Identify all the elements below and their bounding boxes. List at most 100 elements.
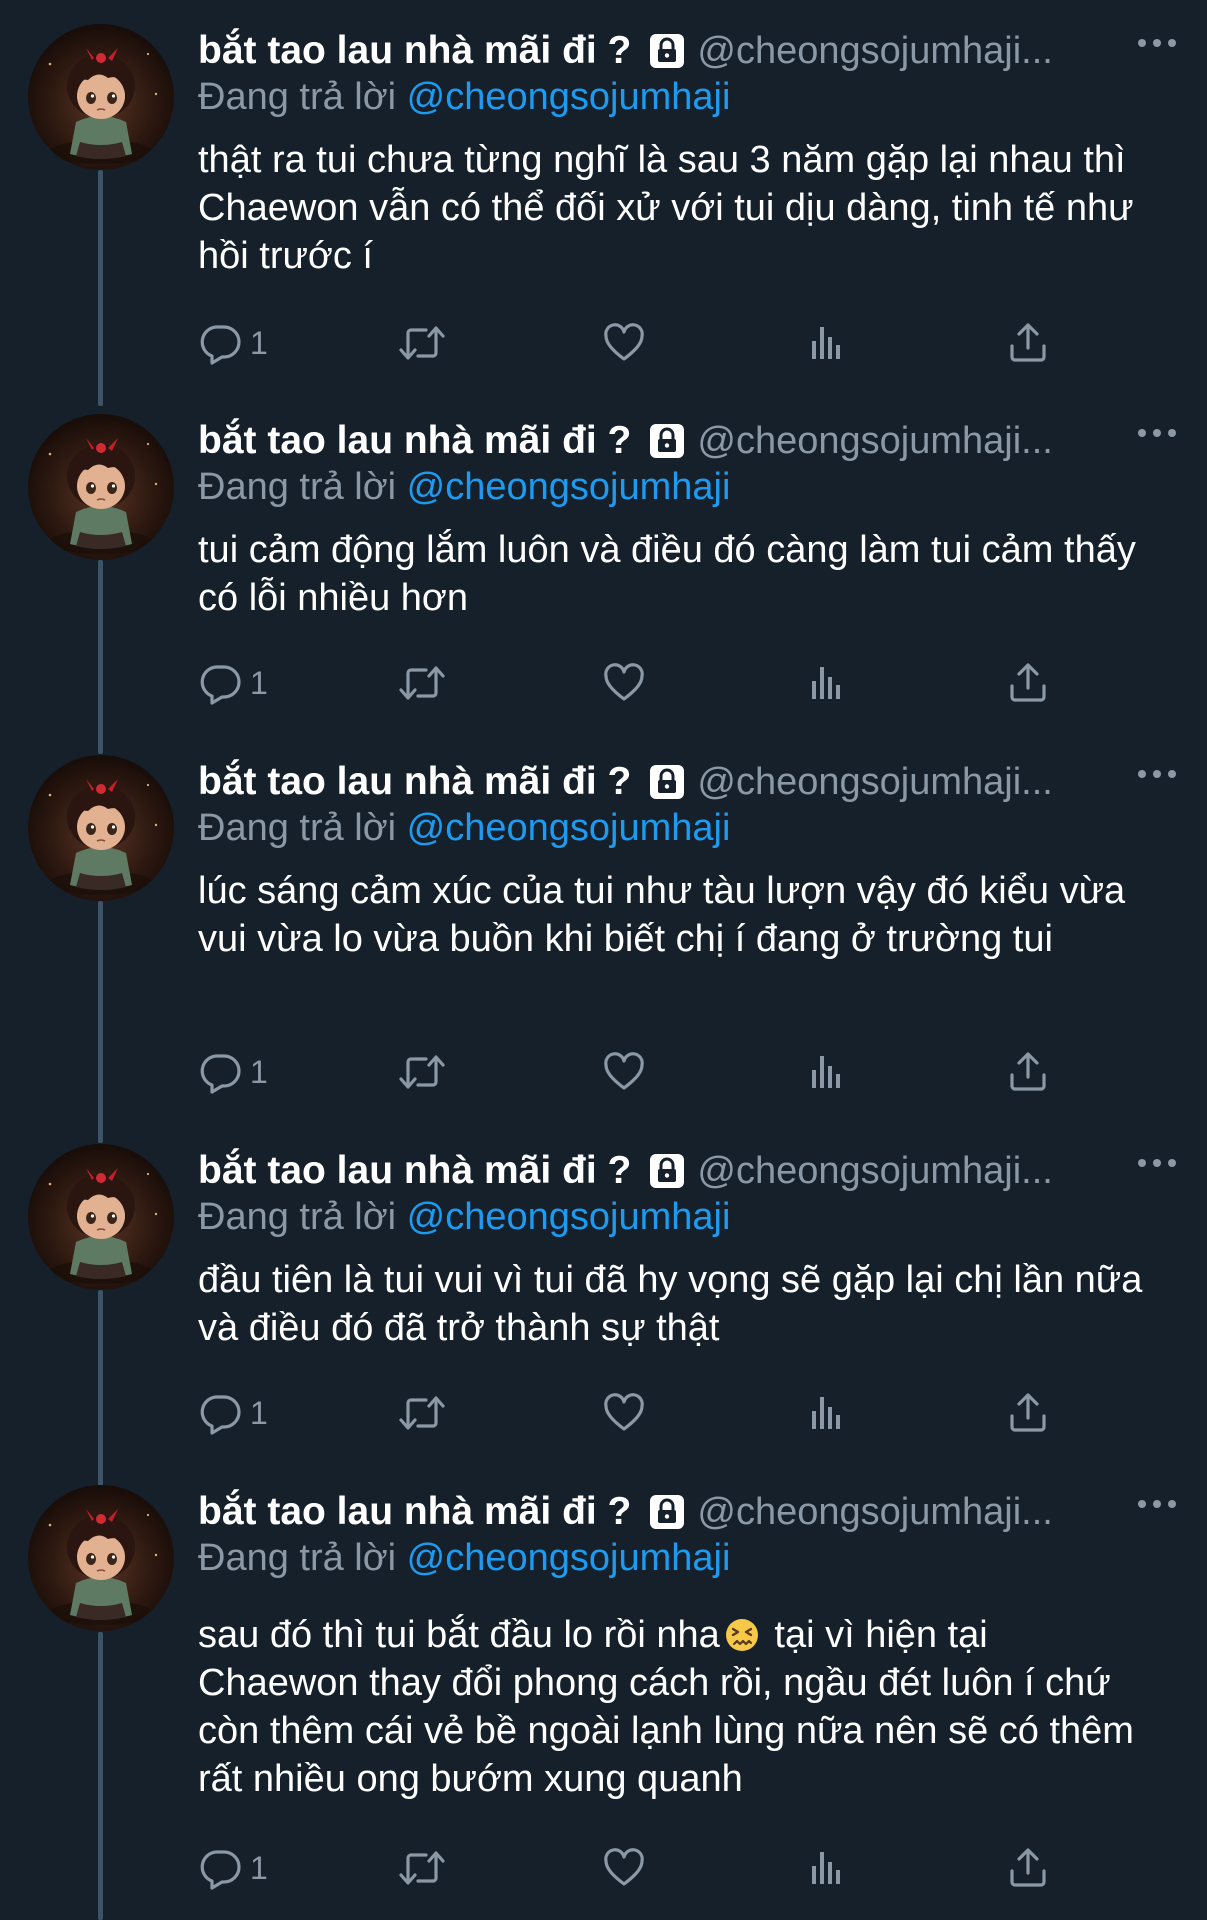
reply-mention-link[interactable]: @cheongsojumhaji (407, 1537, 731, 1579)
reply-icon (198, 1050, 242, 1094)
retweet-button[interactable] (398, 1047, 446, 1097)
like-button[interactable] (602, 318, 646, 368)
retweet-icon (398, 321, 446, 365)
bar-chart-icon (806, 1391, 850, 1435)
reply-context: Đang trả lời @cheongsojumhaji (198, 466, 730, 509)
reply-count: 1 (250, 1394, 268, 1431)
avatar[interactable] (28, 414, 174, 560)
reply-button[interactable]: 1 (198, 318, 268, 368)
tweet-text-part: sau đó thì tui bắt đầu lo rồi nha (198, 1614, 720, 1656)
display-name[interactable]: bắt tao lau nhà mãi đi ? (198, 1149, 631, 1193)
share-button[interactable] (1006, 318, 1050, 368)
like-button[interactable] (602, 1843, 646, 1893)
user-handle[interactable]: @cheongsojumhaji... (697, 30, 1052, 73)
avatar-image-icon (28, 414, 174, 560)
more-options-icon[interactable] (1137, 1497, 1177, 1511)
like-button[interactable] (602, 658, 646, 708)
bar-chart-icon (806, 321, 850, 365)
reply-count: 1 (250, 1053, 268, 1090)
avatar-image-icon (28, 1144, 174, 1290)
retweet-icon (398, 1050, 446, 1094)
retweet-icon (398, 661, 446, 705)
heart-icon (602, 321, 646, 365)
reply-mention-link[interactable]: @cheongsojumhaji (407, 807, 731, 849)
retweet-icon (398, 1391, 446, 1435)
more-options-icon[interactable] (1137, 1156, 1177, 1170)
tweet[interactable]: bắt tao lau nhà mãi đi ? @cheongsojumhaj… (0, 731, 1207, 1121)
share-icon (1006, 1846, 1050, 1890)
reply-context: Đang trả lời @cheongsojumhaji (198, 1537, 730, 1580)
view-stats-button[interactable] (806, 658, 850, 708)
lock-icon (647, 31, 687, 71)
share-icon (1006, 1391, 1050, 1435)
share-icon (1006, 1050, 1050, 1094)
avatar-image-icon (28, 24, 174, 170)
tweet-text: sau đó thì tui bắt đầu lo rồi nha tại vì… (198, 1611, 1158, 1803)
tweet-text: lúc sáng cảm xúc của tui như tàu lượn vậ… (198, 870, 1126, 960)
user-handle[interactable]: @cheongsojumhaji... (697, 420, 1052, 463)
reply-button[interactable]: 1 (198, 1388, 268, 1438)
display-name[interactable]: bắt tao lau nhà mãi đi ? (198, 29, 631, 73)
avatar[interactable] (28, 1485, 174, 1631)
tweet[interactable]: bắt tao lau nhà mãi đi ? @cheongsojumhaj… (0, 1120, 1207, 1462)
user-handle[interactable]: @cheongsojumhaji... (697, 1491, 1052, 1534)
avatar[interactable] (28, 755, 174, 901)
more-options-icon[interactable] (1137, 426, 1177, 440)
tweet-actions: 1 (198, 658, 1058, 708)
lock-icon (647, 1492, 687, 1532)
reply-prefix: Đang trả lời (198, 76, 397, 118)
display-name[interactable]: bắt tao lau nhà mãi đi ? (198, 419, 631, 463)
reply-mention-link[interactable]: @cheongsojumhaji (407, 1196, 731, 1238)
lock-icon (647, 1151, 687, 1191)
more-options-icon[interactable] (1137, 767, 1177, 781)
reply-mention-link[interactable]: @cheongsojumhaji (407, 466, 731, 508)
reply-context: Đang trả lời @cheongsojumhaji (198, 1196, 730, 1239)
retweet-icon (398, 1846, 446, 1890)
reply-button[interactable]: 1 (198, 1843, 268, 1893)
reply-button[interactable]: 1 (198, 658, 268, 708)
bar-chart-icon (806, 1846, 850, 1890)
user-handle[interactable]: @cheongsojumhaji... (697, 761, 1052, 804)
view-stats-button[interactable] (806, 1047, 850, 1097)
heart-icon (602, 1846, 646, 1890)
reply-context: Đang trả lời @cheongsojumhaji (198, 76, 730, 119)
avatar-image-icon (28, 755, 174, 901)
reply-prefix: Đang trả lời (198, 1537, 397, 1579)
view-stats-button[interactable] (806, 1388, 850, 1438)
view-stats-button[interactable] (806, 1843, 850, 1893)
lock-icon (647, 421, 687, 461)
like-button[interactable] (602, 1047, 646, 1097)
share-button[interactable] (1006, 1388, 1050, 1438)
heart-icon (602, 661, 646, 705)
reply-button[interactable]: 1 (198, 1047, 268, 1097)
bar-chart-icon (806, 1050, 850, 1094)
share-icon (1006, 661, 1050, 705)
tweet[interactable]: bắt tao lau nhà mãi đi ? @cheongsojumhaj… (0, 1461, 1207, 1920)
tweet[interactable]: bắt tao lau nhà mãi đi ? @cheongsojumhaj… (0, 0, 1207, 390)
avatar[interactable] (28, 1144, 174, 1290)
user-handle[interactable]: @cheongsojumhaji... (697, 1150, 1052, 1193)
retweet-button[interactable] (398, 1388, 446, 1438)
retweet-button[interactable] (398, 1843, 446, 1893)
lock-icon (647, 762, 687, 802)
heart-icon (602, 1050, 646, 1094)
tweet-text: thật ra tui chưa từng nghĩ là sau 3 năm … (198, 139, 1134, 277)
like-button[interactable] (602, 1388, 646, 1438)
tweet[interactable]: bắt tao lau nhà mãi đi ? @cheongsojumhaj… (0, 390, 1207, 732)
display-name[interactable]: bắt tao lau nhà mãi đi ? (198, 760, 631, 804)
reply-prefix: Đang trả lời (198, 1196, 397, 1238)
reply-count: 1 (250, 1849, 268, 1886)
more-options-icon[interactable] (1137, 36, 1177, 50)
share-button[interactable] (1006, 658, 1050, 708)
avatar[interactable] (28, 24, 174, 170)
share-button[interactable] (1006, 1843, 1050, 1893)
reply-icon (198, 1846, 242, 1890)
confounded-face-icon (725, 1619, 758, 1651)
reply-mention-link[interactable]: @cheongsojumhaji (407, 76, 731, 118)
display-name[interactable]: bắt tao lau nhà mãi đi ? (198, 1490, 631, 1534)
retweet-button[interactable] (398, 658, 446, 708)
view-stats-button[interactable] (806, 318, 850, 368)
retweet-button[interactable] (398, 318, 446, 368)
share-button[interactable] (1006, 1047, 1050, 1097)
tweet-actions: 1 (198, 1843, 1058, 1893)
